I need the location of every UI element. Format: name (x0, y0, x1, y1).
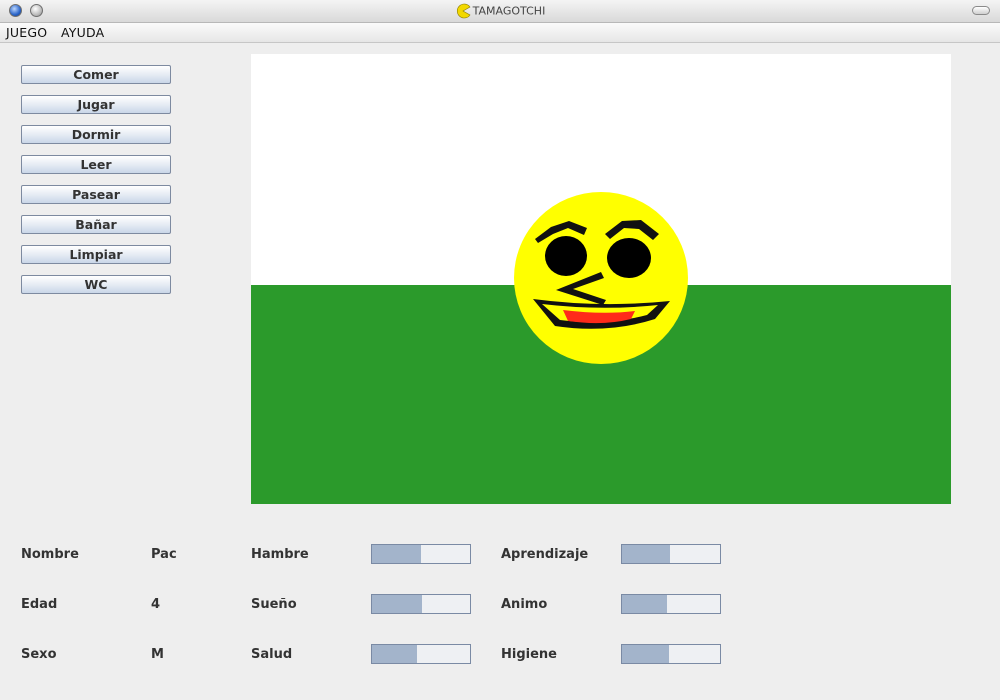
edad-label: Edad (21, 597, 58, 612)
animo-progress-bar (621, 594, 721, 614)
nombre-label: Nombre (21, 547, 79, 562)
window-title-area: TAMAGOTCHI (0, 3, 1000, 19)
aprendizaje-progress-fill (622, 545, 671, 563)
edad-value: 4 (151, 597, 161, 612)
animo-progress-fill (622, 595, 668, 613)
higiene-progress-bar (621, 644, 721, 664)
window-title: TAMAGOTCHI (472, 4, 546, 18)
hambre-label: Hambre (251, 547, 309, 562)
menu-juego[interactable]: JUEGO (6, 25, 47, 40)
pet-face (514, 192, 688, 364)
salud-label: Salud (251, 647, 293, 662)
pacman-icon (456, 3, 471, 19)
zoom-window-button[interactable] (972, 6, 990, 15)
sexo-label: Sexo (21, 647, 57, 662)
hambre-progress-bar (371, 544, 471, 564)
left-eye (545, 236, 587, 276)
jugar-button[interactable]: Jugar (21, 95, 171, 114)
leer-button[interactable]: Leer (21, 155, 171, 174)
higiene-label: Higiene (501, 647, 557, 662)
comer-button[interactable]: Comer (21, 65, 171, 84)
aprendizaje-label: Aprendizaje (501, 547, 589, 562)
menu-ayuda[interactable]: AYUDA (61, 25, 104, 40)
higiene-progress-fill (622, 645, 670, 663)
title-bar: TAMAGOTCHI (0, 0, 1000, 23)
action-buttons: Comer Jugar Dormir Leer Pasear Bañar Lim… (21, 65, 171, 305)
sueno-progress-bar (371, 594, 471, 614)
right-eye (607, 238, 651, 278)
pasear-button[interactable]: Pasear (21, 185, 171, 204)
aprendizaje-progress-bar (621, 544, 721, 564)
dormir-button[interactable]: Dormir (21, 125, 171, 144)
pet-scene (251, 54, 951, 504)
hambre-progress-fill (372, 545, 421, 563)
animo-label: Animo (501, 597, 548, 612)
wc-button[interactable]: WC (21, 275, 171, 294)
sueno-progress-fill (372, 595, 422, 613)
limpiar-button[interactable]: Limpiar (21, 245, 171, 264)
sexo-value: M (151, 647, 164, 662)
nombre-value: Pac (151, 547, 177, 562)
salud-progress-fill (372, 645, 418, 663)
banar-button[interactable]: Bañar (21, 215, 171, 234)
menu-bar: JUEGO AYUDA (0, 23, 1000, 43)
sueno-label: Sueño (251, 597, 297, 612)
salud-progress-bar (371, 644, 471, 664)
